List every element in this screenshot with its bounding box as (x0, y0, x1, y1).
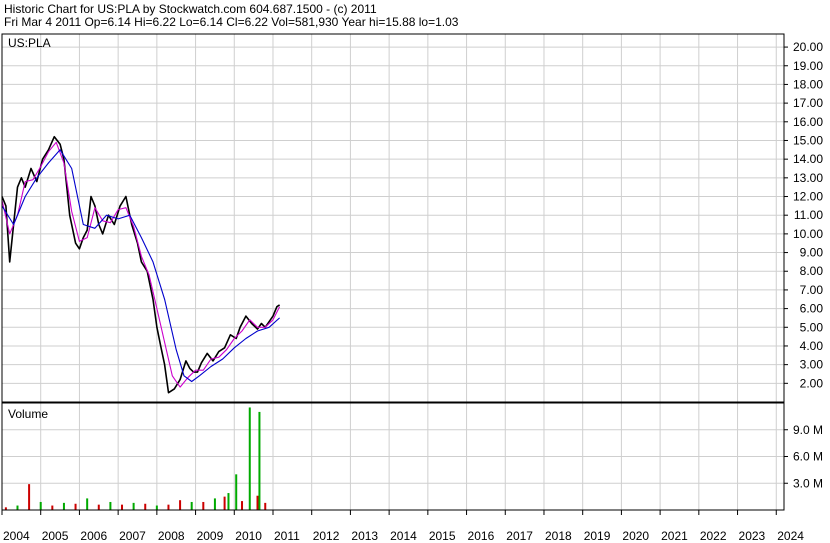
y-tick-label: 11.00 (794, 208, 823, 222)
y-tick-label: 13.00 (793, 171, 823, 185)
y-tick-label: 14.00 (793, 152, 823, 166)
volume-bar (248, 407, 251, 510)
price-series-line (1, 149, 280, 383)
volume-bar (97, 504, 100, 510)
volume-bar (109, 501, 112, 510)
y-tick-label: 17.00 (793, 96, 823, 110)
y-tick-label: 9.00 (800, 246, 824, 260)
volume-bar (202, 501, 205, 510)
x-tick-label: 2009 (197, 529, 224, 543)
volume-bar (39, 501, 42, 510)
x-tick-label: 2011 (274, 529, 300, 543)
x-tick-label: 2013 (351, 529, 378, 543)
volume-tick-label: 6.0 M (793, 450, 823, 464)
volume-bars (4, 407, 267, 510)
price-series-line (1, 135, 281, 394)
x-tick-label: 2015 (429, 529, 456, 543)
y-tick-label: 6.00 (800, 302, 824, 316)
volume-bar (144, 503, 147, 510)
volume-bar (213, 498, 216, 510)
volume-bar (74, 503, 77, 510)
volume-panel-label: Volume (8, 407, 48, 421)
volume-bar (167, 504, 170, 510)
stock-chart: US:PLA Volume 2.00 3.00 4.00 5.00 6.00 7.00 8.… (1, 33, 823, 543)
volume-bar (16, 505, 19, 510)
y-tick-label: 3.00 (800, 358, 824, 372)
volume-bar (264, 502, 267, 510)
y-tick-label: 18.00 (793, 77, 823, 91)
price-y-ticks: 2.00 3.00 4.00 5.00 6.00 7.00 8.00 9.00 10.00 11.… (784, 40, 823, 390)
volume-bar (258, 411, 261, 510)
price-series (1, 135, 281, 394)
x-tick-label: 2024 (777, 529, 804, 543)
y-tick-label: 4.00 (800, 339, 824, 353)
volume-bar (51, 505, 54, 510)
volume-bar (86, 498, 89, 510)
y-tick-label: 19.00 (793, 59, 823, 73)
x-tick-label: 2010 (235, 529, 262, 543)
x-tick-label: 2006 (80, 529, 107, 543)
x-tick-label: 2016 (468, 529, 495, 543)
x-axis-ticks: 2004 2005 2006 2007 2008 2009 2010 2011 2012 2013… (1, 510, 804, 543)
volume-bar (179, 500, 182, 510)
y-tick-label: 15.00 (793, 133, 823, 147)
x-tick-label: 2023 (739, 529, 766, 543)
volume-bar (190, 501, 193, 510)
volume-bar (256, 495, 259, 510)
x-tick-label: 2012 (313, 529, 340, 543)
x-tick-label: 2018 (545, 529, 572, 543)
y-tick-label: 5.00 (800, 320, 824, 334)
x-tick-label: 2004 (3, 529, 30, 543)
volume-grid (2, 403, 784, 510)
y-tick-label: 10.00 (793, 227, 823, 241)
y-tick-label: 8.00 (800, 264, 824, 278)
volume-bar (28, 484, 31, 510)
volume-bar (132, 502, 135, 510)
x-tick-label: 2017 (506, 529, 533, 543)
x-tick-label: 2022 (700, 529, 727, 543)
volume-bar (155, 505, 158, 510)
volume-bar (223, 496, 226, 510)
y-tick-label: 12.00 (793, 190, 823, 204)
x-tick-label: 2020 (622, 529, 649, 543)
y-tick-label: 16.00 (793, 115, 823, 129)
x-tick-label: 2007 (119, 529, 146, 543)
volume-tick-label: 9.0 M (793, 423, 823, 437)
x-tick-label: 2005 (42, 529, 69, 543)
x-tick-label: 2019 (584, 529, 611, 543)
x-tick-label: 2021 (661, 529, 688, 543)
volume-tick-label: 3.0 M (793, 476, 823, 490)
x-tick-label: 2008 (158, 529, 185, 543)
price-series-line (1, 141, 281, 388)
volume-bar (235, 474, 238, 510)
volume-bar (241, 501, 244, 510)
volume-bar (227, 493, 230, 510)
price-panel-label: US:PLA (8, 36, 51, 50)
y-tick-label: 2.00 (800, 376, 824, 390)
y-tick-label: 7.00 (800, 283, 824, 297)
x-tick-label: 2014 (390, 529, 417, 543)
volume-bar (62, 502, 65, 510)
volume-bar (121, 504, 124, 510)
y-tick-label: 20.00 (793, 40, 823, 54)
volume-y-ticks: 3.0 M 6.0 M 9.0 M (784, 423, 823, 490)
